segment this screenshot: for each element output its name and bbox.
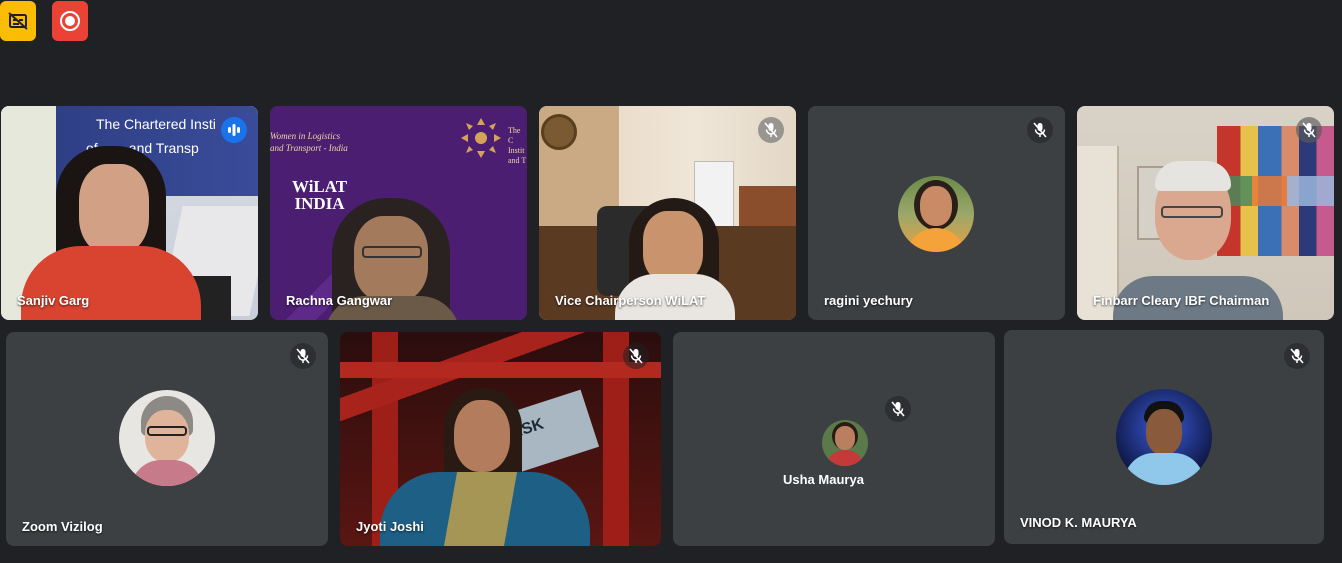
participant-tile-sanjiv-garg[interactable]: The Chartered Insti of and Transp Sanjiv… <box>1 106 258 320</box>
avatar <box>1116 389 1212 485</box>
participant-name: Finbarr Cleary IBF Chairman <box>1093 293 1270 308</box>
participant-name: Sanjiv Garg <box>17 293 90 308</box>
muted-indicator <box>885 396 911 422</box>
muted-indicator <box>758 117 784 143</box>
participant-name: Usha Maurya <box>783 472 864 487</box>
participant-tile-jyoti-joshi[interactable]: ERSK Jyoti Joshi <box>340 332 661 546</box>
participant-name: Zoom Vizilog <box>22 519 103 534</box>
participant-tile-usha-maurya[interactable]: Usha Maurya <box>673 332 995 546</box>
mic-off-icon <box>891 401 905 417</box>
mic-off-icon <box>764 122 778 138</box>
avatar <box>822 420 868 466</box>
recording-button[interactable] <box>52 1 88 41</box>
participant-tile-vinod-k-maurya[interactable]: VINOD K. MAURYA <box>1004 330 1324 544</box>
mic-off-icon <box>1290 348 1304 364</box>
captions-off-icon <box>8 12 28 30</box>
mic-off-icon <box>296 348 310 364</box>
participant-name: Jyoti Joshi <box>356 519 424 534</box>
participant-video: ERSK <box>340 332 661 546</box>
captions-off-button[interactable] <box>0 1 36 41</box>
avatar <box>898 176 974 252</box>
participant-tile-rachna-gangwar[interactable]: Women in Logistics and Transport - India … <box>270 106 527 320</box>
audio-bars-icon <box>228 124 240 136</box>
participant-name: Vice Chairperson WiLAT <box>555 293 706 308</box>
participant-video: The Chartered Insti of and Transp <box>1 106 258 320</box>
participant-tile-finbarr-cleary[interactable]: Finbarr Cleary IBF Chairman <box>1077 106 1334 320</box>
participant-name: VINOD K. MAURYA <box>1020 515 1137 530</box>
avatar <box>119 390 215 486</box>
muted-indicator <box>1027 117 1053 143</box>
participant-video <box>539 106 796 320</box>
record-icon <box>60 11 80 31</box>
participant-video: Women in Logistics and Transport - India … <box>270 106 527 320</box>
participant-tile-vice-chairperson-wilat[interactable]: Vice Chairperson WiLAT <box>539 106 796 320</box>
mic-off-icon <box>1302 122 1316 138</box>
participant-video <box>1077 106 1334 320</box>
participant-name: ragini yechury <box>824 293 913 308</box>
muted-indicator <box>1296 117 1322 143</box>
mic-off-icon <box>1033 122 1047 138</box>
muted-indicator <box>290 343 316 369</box>
participant-tile-ragini-yechury[interactable]: ragini yechury <box>808 106 1065 320</box>
participant-name: Rachna Gangwar <box>286 293 393 308</box>
muted-indicator <box>1284 343 1310 369</box>
mic-off-icon <box>629 348 643 364</box>
participant-tile-zoom-vizilog[interactable]: Zoom Vizilog <box>6 332 328 546</box>
speaking-indicator <box>221 117 247 143</box>
muted-indicator <box>623 343 649 369</box>
